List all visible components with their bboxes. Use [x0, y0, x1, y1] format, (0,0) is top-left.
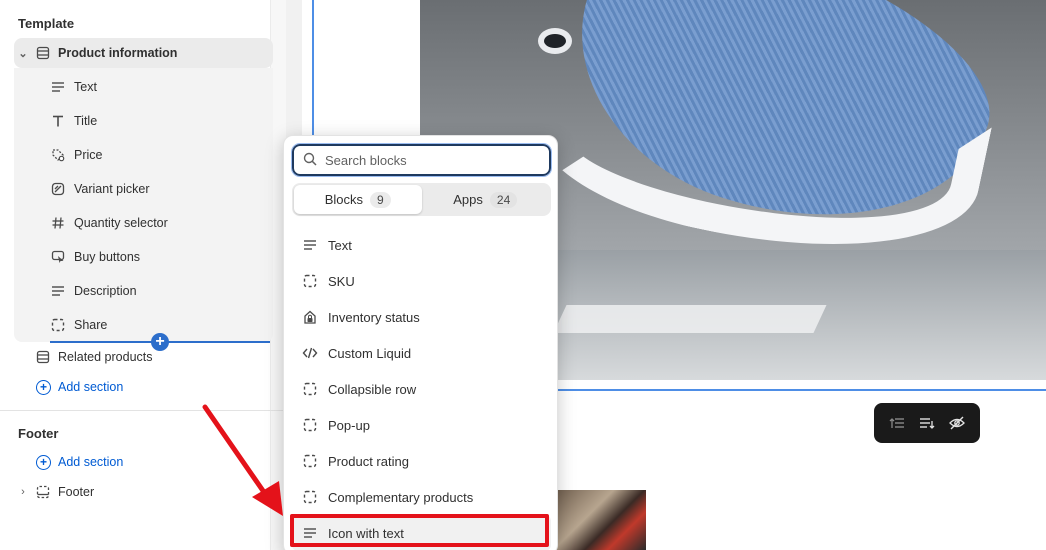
code-icon [301, 344, 319, 362]
variant-picker-icon [48, 182, 68, 196]
dashed-square-icon [301, 452, 319, 470]
editor-sidebar: Template ⌄ Product information Text Titl… [0, 0, 286, 550]
title-t-icon [48, 114, 68, 128]
section-layout-icon [32, 46, 54, 60]
dashed-square-icon [48, 318, 68, 332]
section-label: Footer [58, 485, 95, 499]
block-option-complementary-products[interactable]: Complementary products [292, 479, 551, 515]
section-product-information[interactable]: ⌄ Product information [14, 38, 273, 68]
section-layout-icon [32, 350, 54, 364]
cursor-click-icon [48, 250, 68, 264]
chevron-right-icon[interactable]: › [14, 486, 32, 498]
block-item-title[interactable]: Title [48, 106, 97, 136]
section-footer[interactable]: › Footer [14, 477, 273, 507]
price-tag-icon [48, 148, 68, 162]
count-badge: 9 [370, 191, 391, 208]
block-option-text[interactable]: Text [292, 227, 551, 263]
section-label: Related products [58, 350, 153, 364]
block-label: Price [74, 148, 103, 162]
plus-circle-icon: + [36, 379, 51, 395]
template-section-title: Template [18, 16, 75, 31]
footer-layout-icon [32, 485, 54, 499]
dashed-square-icon [301, 380, 319, 398]
block-option-pop-up[interactable]: Pop-up [292, 407, 551, 443]
add-section-button[interactable]: + Add section [36, 376, 123, 398]
text-lines-icon [301, 236, 319, 254]
search-blocks-field[interactable] [291, 143, 552, 177]
block-option-sku[interactable]: SKU [292, 263, 551, 299]
block-option-collapsible-row[interactable]: Collapsible row [292, 371, 551, 407]
block-label: Share [74, 318, 108, 332]
section-related-products[interactable]: Related products [14, 342, 273, 372]
block-type-tabs: Blocks 9 Apps 24 [292, 183, 551, 216]
block-item-description[interactable]: Description [48, 276, 137, 306]
section-label: Product information [58, 46, 178, 60]
block-label: Buy buttons [74, 250, 141, 264]
block-toolbar [874, 403, 980, 443]
add-block-popover: Blocks 9 Apps 24 Text SKU Inventory stat… [283, 135, 558, 550]
block-label: Description [74, 284, 137, 298]
block-label: Title [74, 114, 98, 128]
product-thumbnail-image[interactable] [552, 490, 646, 550]
block-option-inventory-status[interactable]: Inventory status [292, 299, 551, 335]
block-item-price[interactable]: Price [48, 140, 102, 170]
move-up-icon[interactable] [886, 412, 908, 434]
block-item-quantity-selector[interactable]: Quantity selector [48, 208, 168, 238]
move-down-icon[interactable] [916, 412, 938, 434]
count-badge: 24 [489, 191, 518, 208]
hide-eye-icon[interactable] [946, 412, 968, 434]
block-label: Text [74, 80, 97, 94]
dashed-square-icon [301, 416, 319, 434]
annotation-highlight-box [290, 514, 549, 547]
inventory-lock-icon [301, 308, 319, 326]
block-option-custom-liquid[interactable]: Custom Liquid [292, 335, 551, 371]
block-option-product-rating[interactable]: Product rating [292, 443, 551, 479]
tab-apps[interactable]: Apps 24 [422, 185, 550, 214]
tab-blocks[interactable]: Blocks 9 [294, 185, 422, 214]
search-icon [303, 152, 317, 169]
block-item-buy-buttons[interactable]: Buy buttons [48, 242, 140, 272]
block-item-text[interactable]: Text [48, 72, 97, 102]
block-label: Quantity selector [74, 216, 168, 230]
block-options-list: Text SKU Inventory status Custom Liquid … [292, 227, 551, 550]
search-blocks-input[interactable] [325, 152, 535, 168]
footer-add-section-button[interactable]: + Add section [36, 451, 123, 473]
plus-circle-icon: + [36, 454, 51, 470]
sidebar-divider [0, 410, 286, 411]
dashed-square-icon [301, 272, 319, 290]
block-item-share[interactable]: Share [48, 310, 107, 340]
block-item-variant-picker[interactable]: Variant picker [48, 174, 150, 204]
text-lines-icon [48, 285, 68, 297]
footer-section-title: Footer [18, 426, 59, 441]
hashtag-icon [48, 216, 68, 230]
dashed-square-icon [301, 488, 319, 506]
block-label: Variant picker [74, 182, 150, 196]
text-lines-icon [48, 81, 68, 93]
chevron-down-icon[interactable]: ⌄ [14, 47, 32, 60]
